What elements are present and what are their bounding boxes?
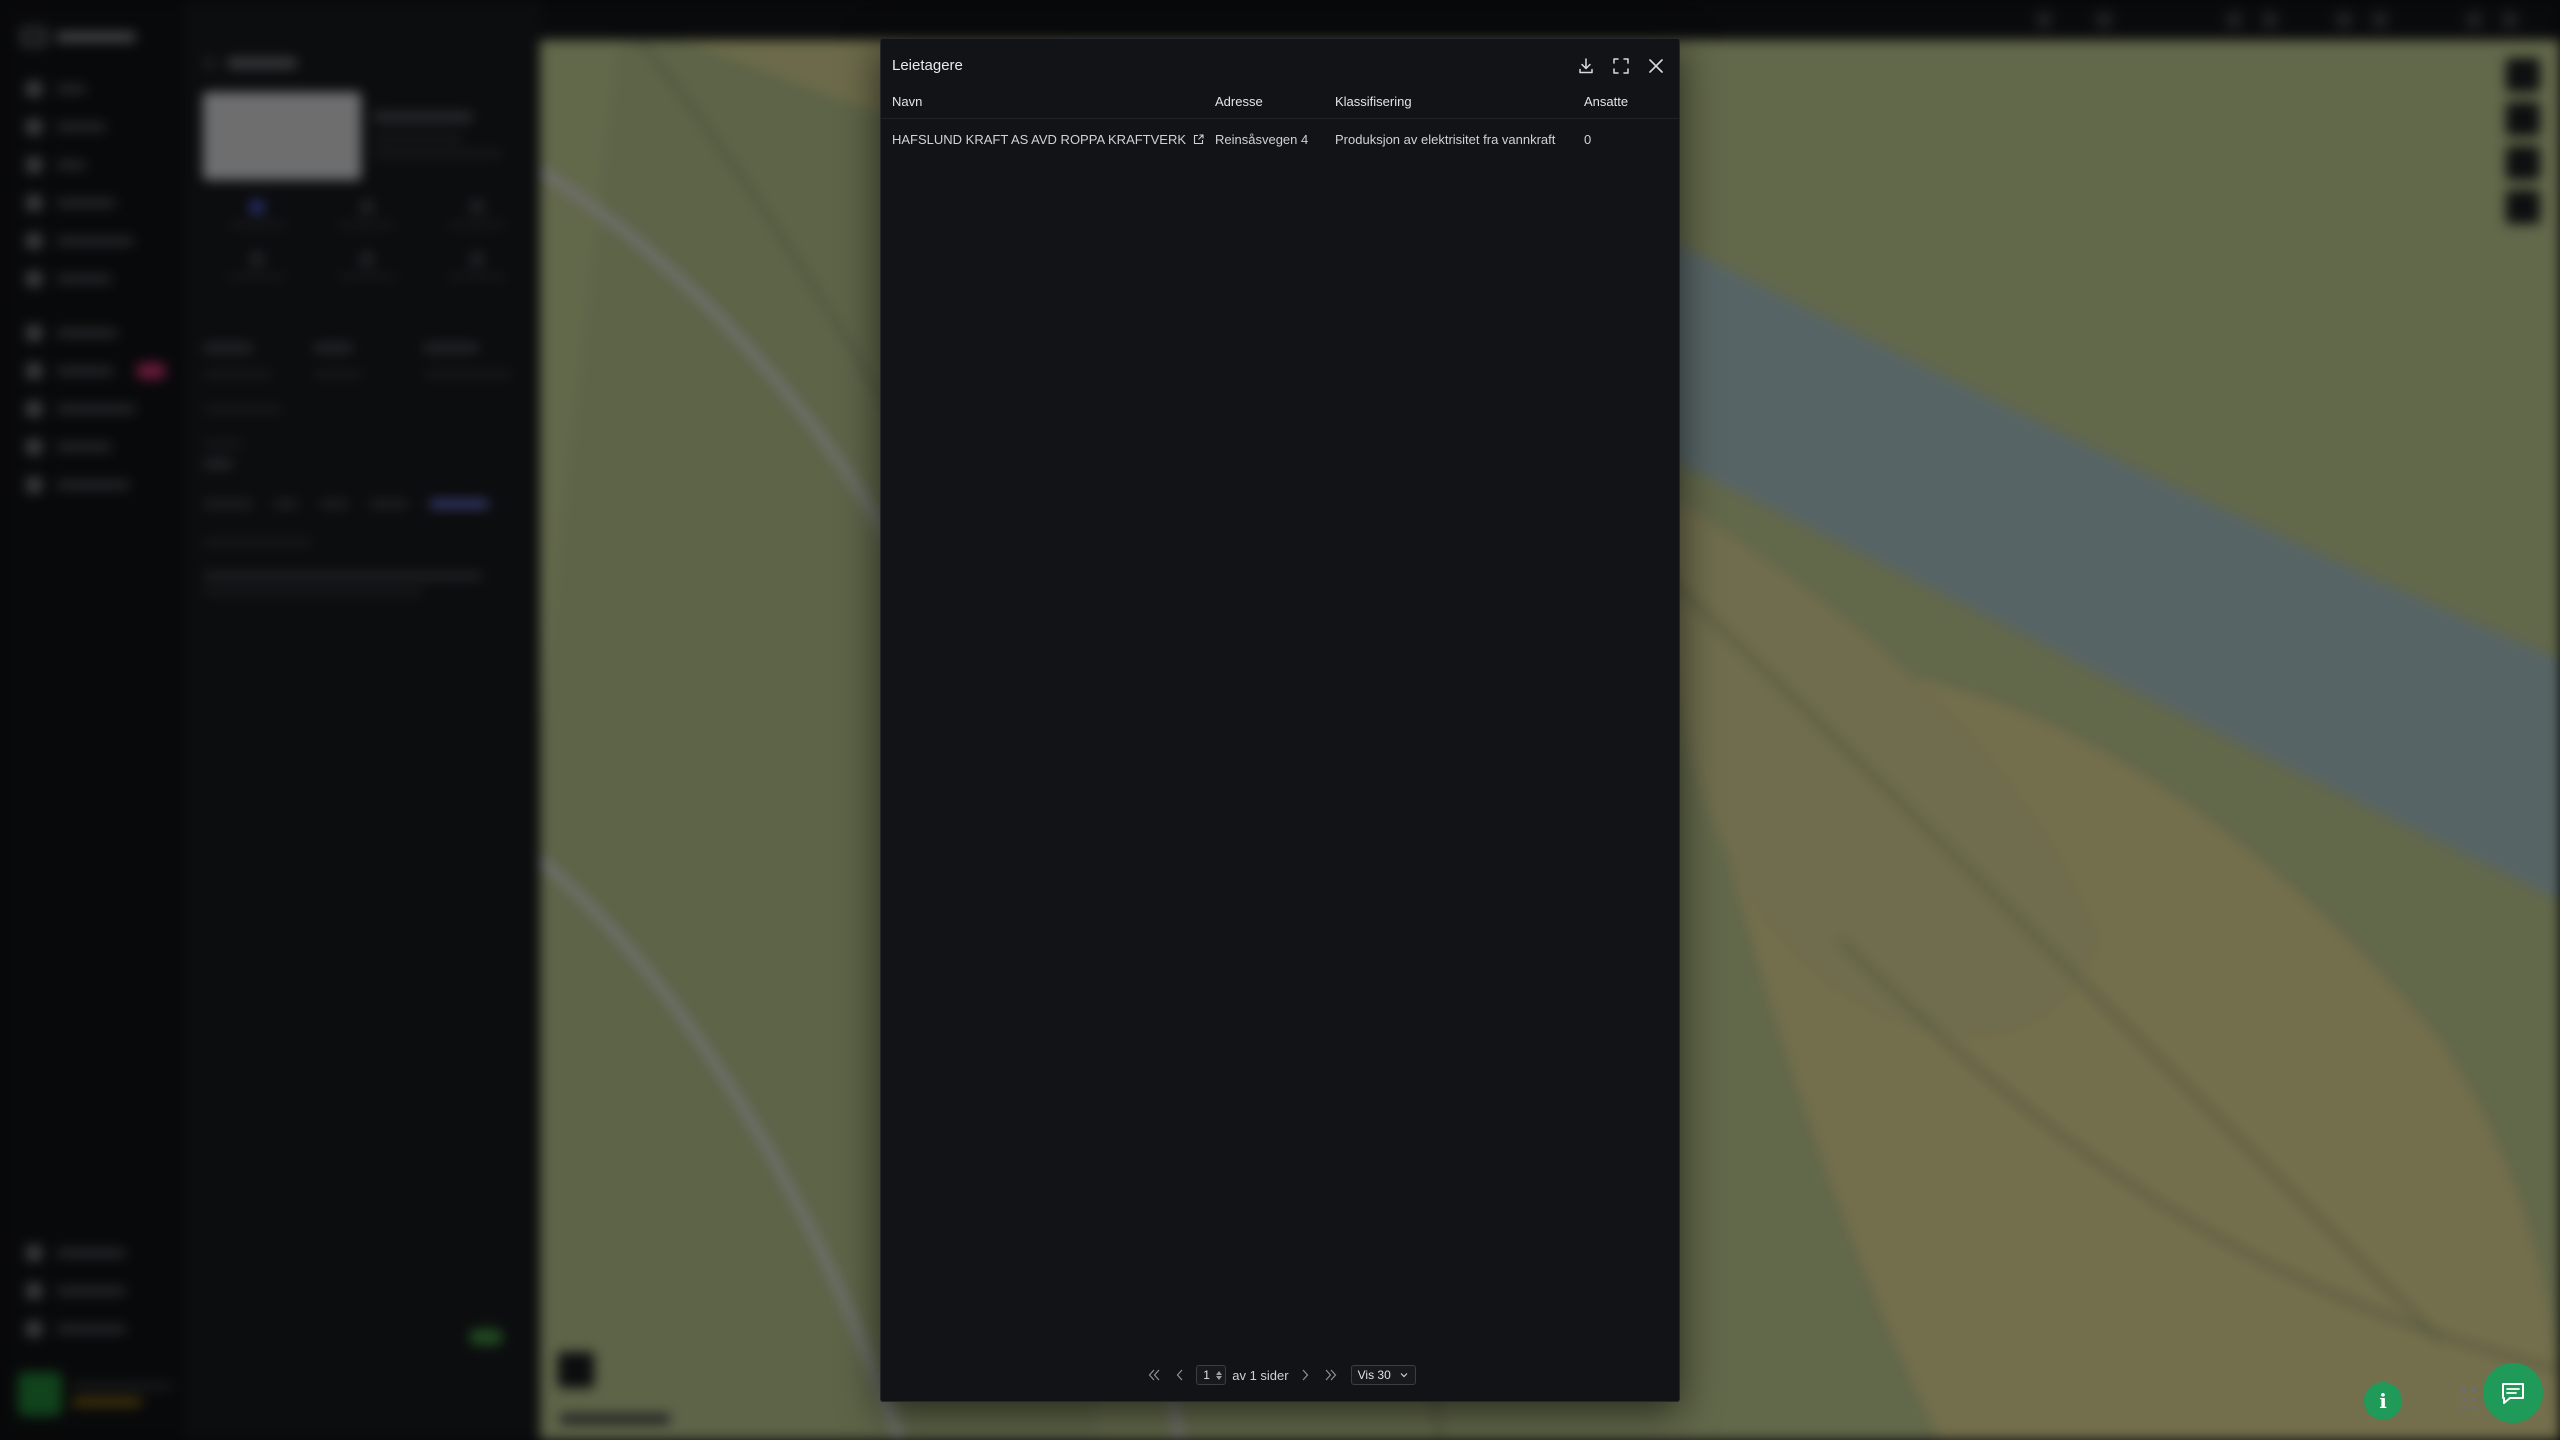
chat-icon (2502, 1383, 2524, 1404)
column-header-name[interactable]: Navn (892, 85, 922, 118)
download-button[interactable] (1572, 53, 1599, 80)
next-page-button[interactable] (1295, 1363, 1315, 1387)
tenant-name-cell: HAFSLUND KRAFT AS AVD ROPPA KRAFTVERK (892, 119, 1204, 159)
tenant-classification-cell: Produksjon av elektrisitet fra vannkraft (1335, 131, 1556, 147)
first-page-button[interactable] (1144, 1363, 1164, 1387)
pagination: 1 av 1 sider Vis 30 (881, 1361, 1679, 1389)
chevron-left-icon (1176, 1369, 1183, 1381)
chevron-right-icon (1302, 1369, 1308, 1381)
external-link-icon[interactable] (1193, 133, 1204, 145)
expand-icon (1612, 58, 1629, 74)
tenants-table: Navn Adresse Klassifisering Ansatte HAFS… (881, 85, 1679, 159)
double-chevron-left-icon (1148, 1369, 1160, 1381)
modal-actions (1572, 49, 1669, 83)
page-count-label: av 1 sider (1232, 1367, 1289, 1383)
previous-page-button[interactable] (1170, 1363, 1190, 1387)
tenants-modal: Leietagere Navn Adresse Klassifisering A… (880, 38, 1680, 1402)
page-number-value: 1 (1203, 1368, 1210, 1382)
page-size-value: Vis 30 (1357, 1368, 1391, 1382)
page-number-input[interactable]: 1 (1196, 1365, 1227, 1385)
drag-handle-icon[interactable] (2462, 1388, 2476, 1412)
stepper-arrows-icon[interactable] (1216, 1370, 1223, 1380)
info-icon: i (2379, 1389, 2387, 1413)
column-header-employees[interactable]: Ansatte (1584, 85, 1628, 118)
chevron-down-icon (1400, 1373, 1408, 1378)
last-page-button[interactable] (1321, 1363, 1341, 1387)
tenant-address-cell: Reinsåsvegen 4 (1215, 131, 1309, 147)
fullscreen-button[interactable] (1607, 53, 1634, 80)
tenant-name-link[interactable]: HAFSLUND KRAFT AS AVD ROPPA KRAFTVERK (892, 132, 1186, 147)
app-root: Leietagere Navn Adresse Klassifisering A… (0, 0, 2560, 1440)
info-button[interactable]: i (2364, 1382, 2402, 1420)
download-icon (1578, 58, 1593, 74)
column-header-classification[interactable]: Klassifisering (1335, 85, 1412, 118)
table-header-row: Navn Adresse Klassifisering Ansatte (881, 85, 1679, 119)
double-chevron-right-icon (1325, 1369, 1336, 1381)
modal-title: Leietagere (892, 57, 963, 74)
page-size-select[interactable]: Vis 30 (1350, 1365, 1416, 1385)
close-icon (1648, 59, 1663, 73)
close-button[interactable] (1642, 53, 1669, 80)
column-header-address[interactable]: Adresse (1215, 85, 1263, 118)
table-row: HAFSLUND KRAFT AS AVD ROPPA KRAFTVERK Re… (881, 119, 1679, 159)
tenant-employees-cell: 0 (1584, 131, 1592, 147)
chat-button[interactable] (2483, 1363, 2543, 1423)
